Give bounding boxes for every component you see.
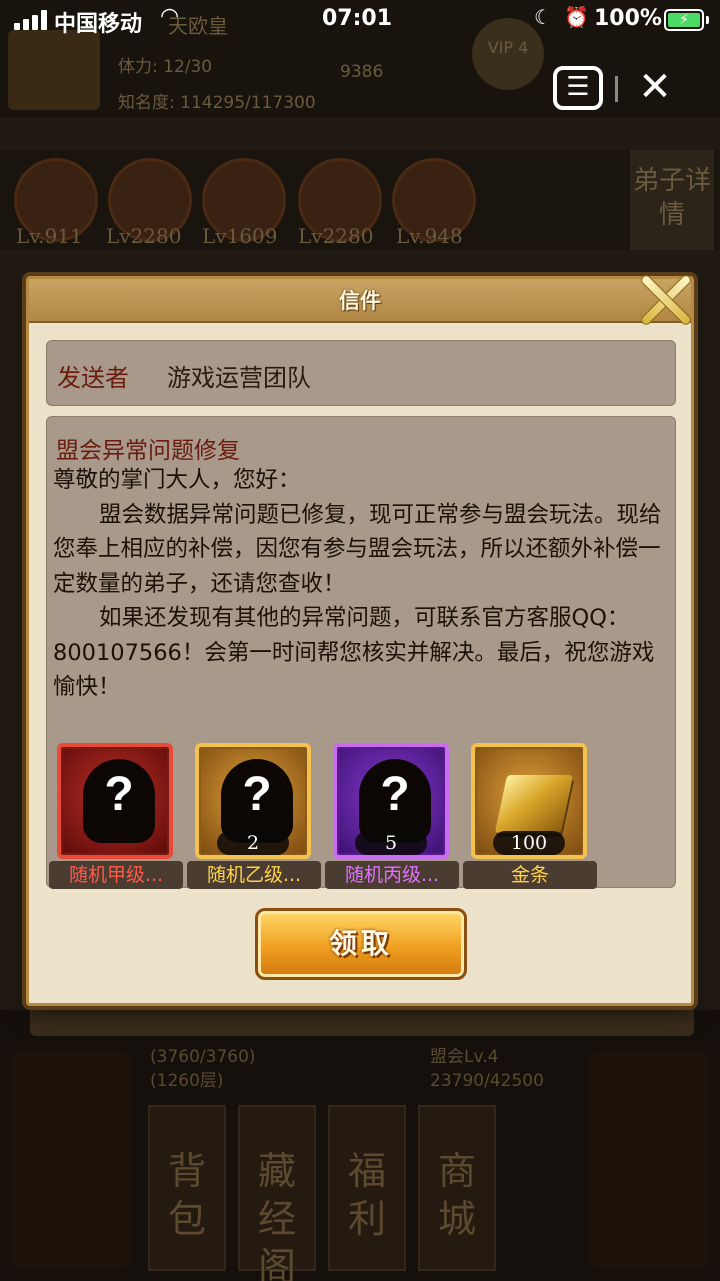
- dialog-title: 信件: [339, 289, 381, 313]
- status-bar: 中国移动 ◠ 07:01 ☾ ⏰ 100% ⚡: [0, 0, 720, 40]
- gold-bar-icon: [494, 775, 574, 833]
- reward-name: 随机甲级...: [49, 861, 183, 889]
- carrier-name: 中国移动: [54, 12, 143, 37]
- mail-paragraph: 盟会数据异常问题已修复，现可正常参与盟会玩法。现给您奉上相应的补偿，因您有参与盟…: [53, 501, 662, 597]
- dialog-header: 信件: [29, 279, 691, 323]
- fame-text: 知名度: 114295/117300: [118, 93, 316, 113]
- claim-button[interactable]: 领取: [255, 908, 467, 980]
- stamina-text: 体力: 12/30: [118, 57, 213, 77]
- nav-tile-shop: 商城: [418, 1105, 496, 1271]
- reward-name: 金条: [463, 861, 597, 889]
- reward-quantity: 100: [493, 831, 565, 855]
- mail-greeting: 尊敬的掌门大人，您好：: [53, 467, 301, 493]
- capsule-divider: [615, 76, 618, 102]
- hero-level: Lv.948: [396, 224, 463, 248]
- reward-frame: ?: [57, 743, 173, 859]
- moon-icon: ☾: [534, 5, 552, 29]
- league-level-text: 盟会Lv.4: [430, 1047, 499, 1067]
- hero-level: Lv.911: [16, 224, 83, 248]
- question-mark-icon: ?: [104, 768, 134, 821]
- reward-item[interactable]: ? 5 随机丙级...: [325, 743, 459, 889]
- nav-tile-library: 藏经阁: [238, 1105, 316, 1281]
- battery-cap: [706, 16, 709, 24]
- claim-label: 领取: [328, 927, 393, 960]
- reward-name: 随机丙级...: [325, 861, 459, 889]
- nav-tile-welfare: 福利: [328, 1105, 406, 1271]
- tower-progress-text: (3760/3760): [150, 1047, 256, 1067]
- sender-label: 发送者: [57, 364, 129, 392]
- question-mark-icon: ?: [242, 768, 272, 821]
- clock: 07:01: [322, 6, 393, 31]
- dialog-shadow: [30, 1006, 694, 1036]
- mail-subject: 盟会异常问题修复: [56, 438, 240, 464]
- mail-paragraph: 如果还发现有其他的异常问题，可联系官方客服QQ：800107566！会第一时间帮…: [53, 605, 655, 700]
- sect-building-icon: [8, 30, 100, 110]
- reward-item[interactable]: 100 金条: [463, 743, 597, 889]
- nav-tile-bag: 背包: [148, 1105, 226, 1271]
- mail-dialog: 信件 发送者 游戏运营团队 盟会异常问题修复 尊敬的掌门大人，您好： 盟会数据异…: [26, 273, 694, 1006]
- league-info: 盟会Lv.4 23790/42500: [430, 1045, 544, 1093]
- league-exp-text: 23790/42500: [430, 1071, 544, 1091]
- disciple-details-button: 弟子详情: [630, 150, 714, 250]
- reward-quantity: 2: [217, 831, 289, 855]
- battery-icon: ⚡: [664, 9, 704, 31]
- reward-name: 随机乙级...: [187, 861, 321, 889]
- mail-content-panel: 盟会异常问题修复 尊敬的掌门大人，您好： 盟会数据异常问题已修复，现可正常参与盟…: [46, 416, 676, 889]
- hero-level: Lv1609: [202, 224, 278, 248]
- signal-icon: [14, 10, 48, 30]
- battery-percent: 100%: [594, 6, 662, 31]
- money-text: 9386: [340, 62, 384, 82]
- tower-progress: (3760/3760) (1260层): [150, 1045, 256, 1093]
- reward-item[interactable]: ? 2 随机乙级...: [187, 743, 321, 889]
- menu-icon[interactable]: ☰: [553, 66, 603, 110]
- close-icon[interactable]: ✕: [632, 64, 678, 110]
- reward-item[interactable]: ? 随机甲级...: [49, 743, 183, 889]
- sender-name: 游戏运营团队: [167, 364, 311, 392]
- tower-floor-text: (1260层): [150, 1071, 224, 1091]
- hero-level: Lv2280: [106, 224, 182, 248]
- question-mark-icon: ?: [380, 768, 410, 821]
- mail-body: 尊敬的掌门大人，您好： 盟会数据异常问题已修复，现可正常参与盟会玩法。现给您奉上…: [53, 463, 671, 705]
- alarm-icon: ⏰: [564, 5, 589, 29]
- wifi-icon: ◠: [160, 4, 180, 29]
- reward-quantity: 5: [355, 831, 427, 855]
- sect-scroll-left: [10, 1050, 130, 1270]
- dialog-close-button[interactable]: [633, 269, 697, 333]
- hero-level: Lv2280: [298, 224, 374, 248]
- sect-scroll-right: [590, 1050, 710, 1270]
- sender-panel: 发送者 游戏运营团队: [46, 340, 676, 406]
